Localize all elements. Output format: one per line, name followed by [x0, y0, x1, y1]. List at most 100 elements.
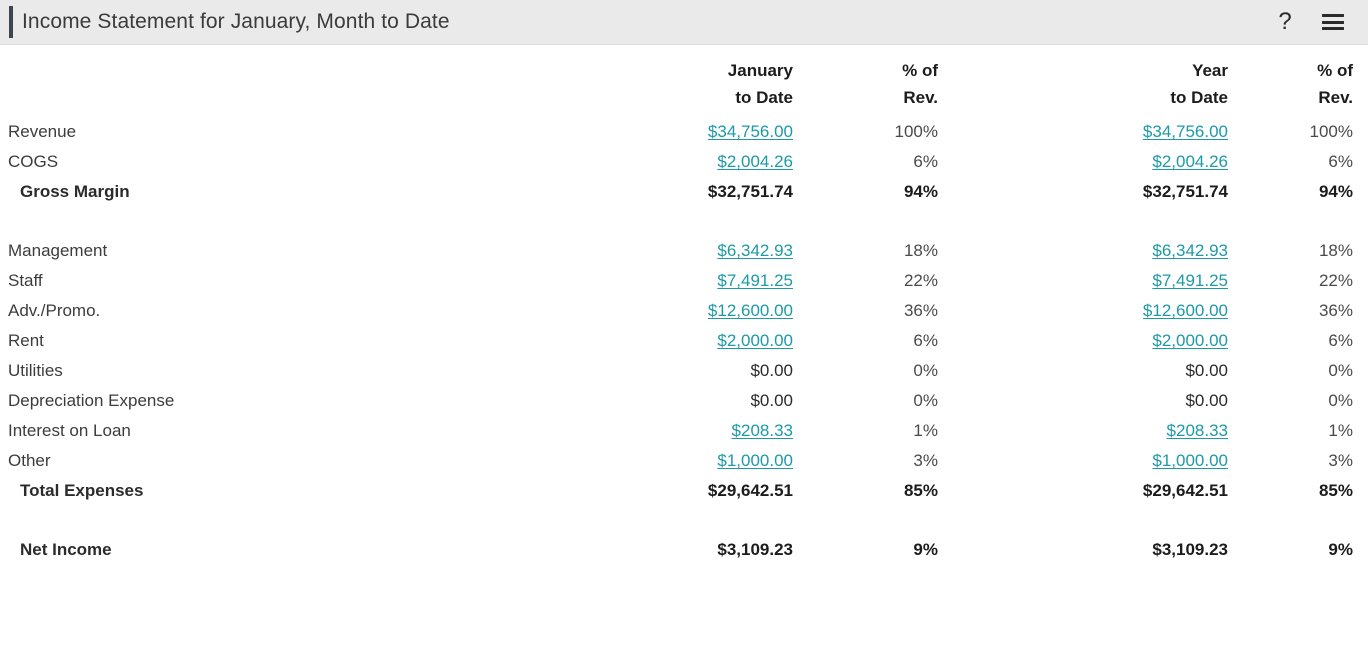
- amount-link[interactable]: $6,342.93: [717, 241, 793, 260]
- amount-link[interactable]: $12,600.00: [1143, 301, 1228, 320]
- spacer-cell: [0, 207, 1368, 236]
- cell-month-to-date-percent: 0%: [913, 391, 938, 410]
- column-header-year-to-date: Year to Date: [1170, 61, 1228, 107]
- cell-year-to-date-percent: 22%: [1318, 271, 1353, 290]
- cell-year-to-date-amount[interactable]: $208.33: [953, 416, 1243, 446]
- income-statement-table: January to Date % of Rev. Year to Date %…: [0, 57, 1368, 565]
- row-label: Adv./Promo.: [8, 301, 101, 320]
- cell-month-to-date-percent: 6%: [913, 152, 938, 171]
- page-title: Income Statement for January, Month to D…: [22, 10, 450, 33]
- table-row: Utilities $0.00 0% $0.00 0%: [0, 356, 1368, 386]
- amount-link[interactable]: $2,000.00: [1152, 331, 1228, 350]
- cell-year-to-date-percent: 85%: [1318, 481, 1353, 500]
- cell-year-to-date-percent: 6%: [1328, 331, 1353, 350]
- cell-month-to-date-percent: 85%: [903, 481, 938, 500]
- cell-month-to-date-percent: 1%: [913, 421, 938, 440]
- amount-link[interactable]: $2,004.26: [717, 152, 793, 171]
- cell-year-to-date-percent: 0%: [1328, 391, 1353, 410]
- table-row: Revenue $34,756.00 100% $34,756.00 100%: [0, 117, 1368, 147]
- amount-link[interactable]: $1,000.00: [1152, 451, 1228, 470]
- column-header-percent-of-revenue-mtd: % of Rev.: [902, 61, 938, 107]
- row-label: Staff: [8, 271, 43, 290]
- cell-year-to-date-amount[interactable]: $2,000.00: [953, 326, 1243, 356]
- amount-link[interactable]: $208.33: [1167, 421, 1228, 440]
- cell-month-to-date-percent: 9%: [913, 540, 938, 559]
- hamburger-menu-icon[interactable]: [1320, 9, 1346, 35]
- cell-year-to-date-amount[interactable]: $1,000.00: [953, 446, 1243, 476]
- cell-year-to-date-amount[interactable]: $12,600.00: [953, 296, 1243, 326]
- row-label: Other: [8, 451, 51, 470]
- cell-year-to-date-amount[interactable]: $2,004.26: [953, 147, 1243, 177]
- cell-year-to-date-amount: $0.00: [1185, 361, 1228, 380]
- cell-year-to-date-percent: 18%: [1318, 241, 1353, 260]
- amount-link[interactable]: $6,342.93: [1152, 241, 1228, 260]
- table-spacer-row: [0, 207, 1368, 236]
- cell-year-to-date-amount[interactable]: $7,491.25: [953, 266, 1243, 296]
- column-header-month-to-date: January to Date: [727, 61, 793, 107]
- row-label: Management: [8, 241, 108, 260]
- cell-month-to-date-amount: $0.00: [750, 391, 793, 410]
- cell-month-to-date-amount: $3,109.23: [717, 540, 793, 559]
- cell-year-to-date-amount: $32,751.74: [1142, 182, 1228, 201]
- cell-year-to-date-percent: 9%: [1328, 540, 1353, 559]
- cell-year-to-date-percent: 100%: [1309, 122, 1353, 141]
- cell-month-to-date-amount[interactable]: $2,004.26: [640, 147, 808, 177]
- cell-month-to-date-amount[interactable]: $6,342.93: [640, 236, 808, 266]
- amount-link[interactable]: $7,491.25: [717, 271, 793, 290]
- row-label: Rent: [8, 331, 44, 350]
- cell-month-to-date-amount[interactable]: $34,756.00: [640, 117, 808, 147]
- cell-year-to-date-amount: $29,642.51: [1142, 481, 1228, 500]
- table-row: Rent $2,000.00 6% $2,000.00 6%: [0, 326, 1368, 356]
- amount-link[interactable]: $1,000.00: [717, 451, 793, 470]
- amount-link[interactable]: $7,491.25: [1152, 271, 1228, 290]
- cell-month-to-date-amount[interactable]: $2,000.00: [640, 326, 808, 356]
- menu-bars-icon: [1322, 14, 1344, 30]
- amount-link[interactable]: $208.33: [732, 421, 793, 440]
- table-row: Net Income $3,109.23 9% $3,109.23 9%: [0, 535, 1368, 565]
- cell-month-to-date-amount: $0.00: [750, 361, 793, 380]
- table-body: Revenue $34,756.00 100% $34,756.00 100% COGS $…: [0, 117, 1368, 565]
- cell-year-to-date-amount: $3,109.23: [1152, 540, 1228, 559]
- amount-link[interactable]: $2,004.26: [1152, 152, 1228, 171]
- cell-month-to-date-amount: $32,751.74: [707, 182, 793, 201]
- cell-year-to-date-percent: 0%: [1328, 361, 1353, 380]
- cell-month-to-date-percent: 100%: [894, 122, 938, 141]
- row-label: Net Income: [20, 540, 112, 559]
- income-statement-sheet: January to Date % of Rev. Year to Date %…: [0, 45, 1368, 565]
- row-label: Interest on Loan: [8, 421, 131, 440]
- cell-month-to-date-amount[interactable]: $1,000.00: [640, 446, 808, 476]
- row-label: COGS: [8, 152, 59, 171]
- row-label: Utilities: [8, 361, 63, 380]
- cell-year-to-date-amount[interactable]: $34,756.00: [953, 117, 1243, 147]
- cell-year-to-date-percent: 1%: [1328, 421, 1353, 440]
- cell-year-to-date-amount[interactable]: $6,342.93: [953, 236, 1243, 266]
- row-label: Depreciation Expense: [8, 391, 175, 410]
- cell-month-to-date-amount[interactable]: $7,491.25: [640, 266, 808, 296]
- table-row: Total Expenses $29,642.51 85% $29,642.51 85%: [0, 476, 1368, 506]
- cell-year-to-date-percent: 3%: [1328, 451, 1353, 470]
- amount-link[interactable]: $12,600.00: [708, 301, 793, 320]
- column-header-percent-of-revenue-ytd: % of Rev.: [1317, 61, 1353, 107]
- amount-link[interactable]: $2,000.00: [717, 331, 793, 350]
- report-title-bar: Income Statement for January, Month to D…: [0, 0, 1368, 45]
- amount-link[interactable]: $34,756.00: [1143, 122, 1228, 141]
- table-row: Gross Margin $32,751.74 94% $32,751.74 94%: [0, 177, 1368, 207]
- table-row: Other $1,000.00 3% $1,000.00 3%: [0, 446, 1368, 476]
- table-header-row: January to Date % of Rev. Year to Date %…: [0, 57, 1368, 117]
- column-header-label: [0, 57, 640, 117]
- cell-month-to-date-percent: 36%: [903, 301, 938, 320]
- amount-link[interactable]: $34,756.00: [708, 122, 793, 141]
- table-spacer-row: [0, 506, 1368, 535]
- cell-year-to-date-amount: $0.00: [1185, 391, 1228, 410]
- cell-year-to-date-percent: 6%: [1328, 152, 1353, 171]
- row-label: Total Expenses: [20, 481, 144, 500]
- help-icon[interactable]: ?: [1272, 9, 1298, 35]
- row-label: Gross Margin: [20, 182, 130, 201]
- cell-month-to-date-percent: 3%: [913, 451, 938, 470]
- title-accent-bar: [9, 6, 13, 38]
- table-row: Depreciation Expense $0.00 0% $0.00 0%: [0, 386, 1368, 416]
- cell-month-to-date-amount: $29,642.51: [707, 481, 793, 500]
- cell-month-to-date-percent: 22%: [903, 271, 938, 290]
- cell-month-to-date-amount[interactable]: $208.33: [640, 416, 808, 446]
- cell-month-to-date-amount[interactable]: $12,600.00: [640, 296, 808, 326]
